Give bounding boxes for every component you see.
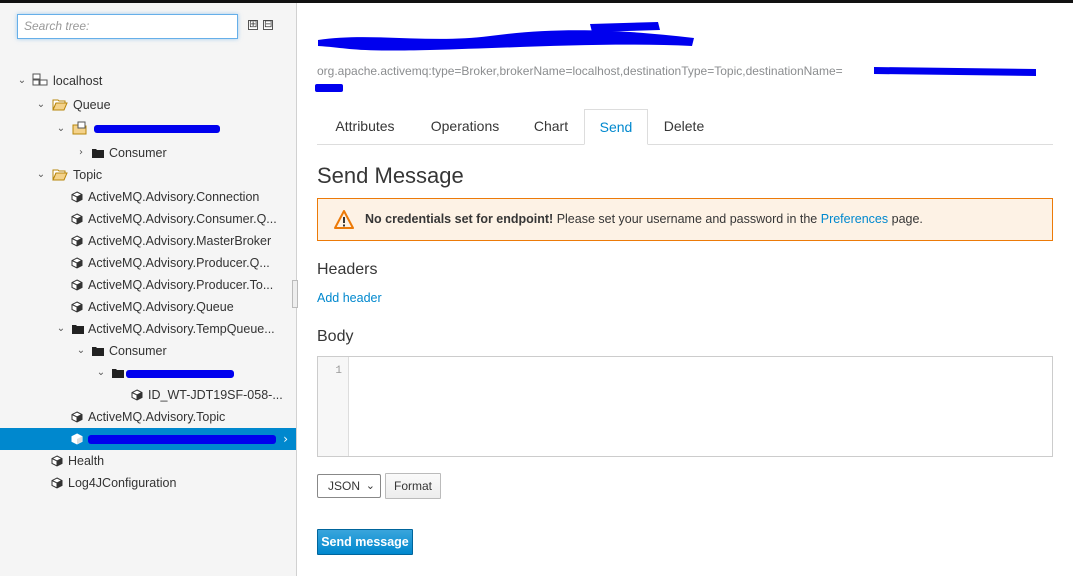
preferences-link[interactable]: Preferences bbox=[821, 212, 888, 226]
tree-node-topic-item[interactable]: ActiveMQ.Advisory.Consumer.Q... bbox=[0, 208, 296, 230]
chevron-down-icon[interactable]: ⌄ bbox=[56, 318, 66, 340]
chevron-down-icon[interactable]: ⌄ bbox=[76, 340, 86, 362]
cube-icon bbox=[71, 257, 83, 269]
tree-label: Consumer bbox=[109, 344, 167, 358]
redaction-mark bbox=[315, 84, 343, 92]
cube-icon bbox=[71, 279, 83, 291]
cube-icon bbox=[131, 389, 143, 401]
cube-icon bbox=[51, 455, 63, 467]
collapse-all-icon[interactable]: ⊟ bbox=[263, 20, 273, 30]
tree-node-topic-item[interactable]: ActiveMQ.Advisory.Connection bbox=[0, 186, 296, 208]
redaction-mark bbox=[88, 435, 276, 444]
queue-folder-icon bbox=[72, 121, 87, 135]
line-number: 1 bbox=[335, 365, 342, 377]
search-tree-input[interactable]: Search tree: bbox=[17, 14, 238, 39]
tab-chart[interactable]: Chart bbox=[517, 109, 585, 144]
redaction-mark bbox=[874, 67, 1036, 76]
tree-label: Log4JConfiguration bbox=[68, 476, 177, 490]
add-header-link[interactable]: Add header bbox=[317, 291, 382, 305]
tree-label: ActiveMQ.Advisory.Consumer.Q... bbox=[88, 212, 277, 226]
warning-icon bbox=[334, 210, 354, 229]
tree-label: Queue bbox=[73, 98, 111, 112]
tree-node-topic-item[interactable]: ⌄ ActiveMQ.Advisory.TempQueue... bbox=[0, 318, 296, 340]
tree-label: ActiveMQ.Advisory.Connection bbox=[88, 190, 260, 204]
tree-label: Consumer bbox=[109, 146, 167, 160]
tree-node-temp-consumer[interactable]: ⌄ Consumer bbox=[0, 340, 296, 362]
tab-attributes[interactable]: Attributes bbox=[317, 109, 413, 144]
expand-all-icon[interactable]: ⊞ bbox=[248, 20, 258, 30]
body-heading: Body bbox=[317, 328, 354, 345]
chevron-down-icon: ⌄ bbox=[365, 479, 375, 492]
cube-icon bbox=[71, 213, 83, 225]
tree-node-topic-item[interactable]: ActiveMQ.Advisory.Producer.Q... bbox=[0, 252, 296, 274]
chevron-down-icon[interactable]: ⌄ bbox=[36, 94, 46, 116]
tree-node-topic-item[interactable]: ActiveMQ.Advisory.Producer.To... bbox=[0, 274, 296, 296]
format-select-value: JSON bbox=[328, 479, 361, 493]
tree-label: ActiveMQ.Advisory.MasterBroker bbox=[88, 234, 272, 248]
tree-node-queue[interactable]: ⌄ Queue bbox=[0, 94, 296, 116]
format-select[interactable]: JSON ⌄ bbox=[317, 474, 381, 498]
server-icon bbox=[32, 73, 48, 86]
message-body-editor[interactable]: 1 bbox=[317, 356, 1053, 457]
page-title: Send Message bbox=[317, 163, 464, 188]
folder-icon bbox=[92, 149, 104, 158]
chevron-right-icon[interactable]: › bbox=[76, 142, 86, 164]
tree-node-topic-item[interactable]: ActiveMQ.Advisory.Queue bbox=[0, 296, 296, 318]
cube-icon bbox=[71, 191, 83, 203]
tree-label: ActiveMQ.Advisory.Producer.Q... bbox=[88, 256, 270, 270]
jmx-tree-sidebar: Search tree: ⊞ ⊟ ⌄ localhost ⌄ Queue ⌄ ›… bbox=[0, 3, 297, 576]
tree-node-topic-item[interactable]: ActiveMQ.Advisory.Topic bbox=[0, 406, 296, 428]
alert-strong-text: No credentials set for endpoint! bbox=[365, 212, 554, 226]
cube-icon bbox=[71, 411, 83, 423]
folder-icon bbox=[72, 325, 84, 334]
tab-send[interactable]: Send bbox=[584, 109, 648, 145]
folder-open-icon bbox=[52, 99, 68, 111]
folder-open-icon bbox=[52, 169, 68, 181]
tree-node-topic-item[interactable]: ActiveMQ.Advisory.MasterBroker bbox=[0, 230, 296, 252]
tree-label: Topic bbox=[73, 168, 103, 182]
headers-heading: Headers bbox=[317, 261, 378, 278]
tree-label: Health bbox=[68, 454, 105, 468]
tree-node-topic[interactable]: ⌄ Topic bbox=[0, 164, 296, 186]
cube-icon bbox=[51, 477, 63, 489]
tab-operations[interactable]: Operations bbox=[415, 109, 515, 144]
cube-icon bbox=[71, 301, 83, 313]
tree-label: ActiveMQ.Advisory.Producer.To... bbox=[88, 278, 274, 292]
tree-label: ID_WT-JDT19SF-058-... bbox=[148, 388, 283, 402]
tree-node-consumer-id[interactable]: ID_WT-JDT19SF-058-... bbox=[0, 384, 296, 406]
redaction-mark bbox=[94, 125, 220, 133]
sidebar-resize-handle[interactable] bbox=[292, 280, 298, 308]
chevron-down-icon[interactable]: ⌄ bbox=[96, 362, 106, 384]
tree-label: localhost bbox=[53, 74, 103, 88]
chevron-down-icon[interactable]: ⌄ bbox=[56, 118, 66, 140]
chevron-down-icon[interactable]: ⌄ bbox=[36, 164, 46, 186]
format-button[interactable]: Format bbox=[385, 473, 441, 499]
folder-icon bbox=[112, 369, 124, 378]
tree-node-queue-redacted[interactable]: ⌄ bbox=[0, 118, 296, 140]
tree-label: ActiveMQ.Advisory.Topic bbox=[88, 410, 226, 424]
send-message-button[interactable]: Send message bbox=[317, 529, 413, 555]
chevron-right-icon: › bbox=[283, 432, 288, 446]
tree-label: ActiveMQ.Advisory.Queue bbox=[88, 300, 234, 314]
tree-node-health[interactable]: Health bbox=[0, 450, 296, 472]
chevron-down-icon[interactable]: ⌄ bbox=[17, 70, 27, 92]
tree-node-localhost[interactable]: ⌄ localhost bbox=[0, 70, 296, 92]
tree-node-queue-consumer[interactable]: › Consumer bbox=[0, 142, 296, 164]
tree-node-log4j[interactable]: Log4JConfiguration bbox=[0, 472, 296, 494]
cube-icon bbox=[71, 433, 83, 445]
tree-node-selected-topic[interactable]: › bbox=[0, 428, 296, 450]
tree-label: ActiveMQ.Advisory.TempQueue... bbox=[88, 322, 275, 336]
redaction-mark bbox=[126, 370, 234, 378]
editor-gutter: 1 bbox=[318, 357, 349, 456]
warning-alert: No credentials set for endpoint! Please … bbox=[317, 198, 1053, 241]
cube-icon bbox=[71, 235, 83, 247]
tab-bar: Attributes Operations Chart Send Delete bbox=[317, 109, 1053, 145]
redacted-title bbox=[318, 22, 694, 51]
mbean-object-name: org.apache.activemq:type=Broker,brokerNa… bbox=[317, 64, 843, 78]
tree-node-redacted-folder[interactable]: ⌄ bbox=[0, 362, 296, 384]
alert-suffix: page. bbox=[888, 212, 923, 226]
tab-delete[interactable]: Delete bbox=[650, 109, 718, 144]
alert-text: Please set your username and password in… bbox=[553, 212, 821, 226]
folder-icon bbox=[92, 347, 104, 356]
